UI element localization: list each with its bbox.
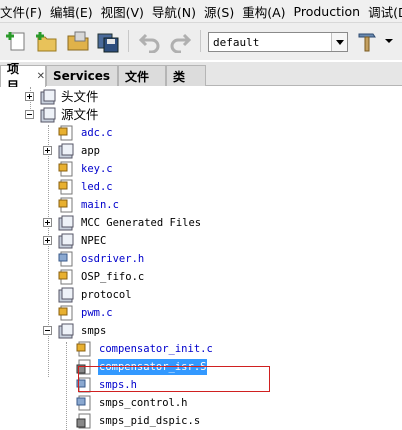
tab-label: 文件 [125,69,150,84]
tree-label: smps_control.h [99,397,188,409]
tree-label: app [81,145,100,157]
tree-node-adc-c[interactable]: adc.c [0,124,402,142]
tab-services[interactable]: Services [46,65,118,86]
tree-label: 源文件 [61,107,99,122]
toolbar-separator [128,30,129,52]
tree-label: led.c [81,181,113,193]
toolbar-separator [200,30,201,52]
tab-label: Services [53,69,111,83]
expand-icon[interactable] [25,92,34,101]
tree-label: MCC Generated Files [81,217,202,229]
collapse-icon[interactable] [25,110,34,119]
tree-node-source-files[interactable]: 源文件 [0,106,402,124]
tree-node-app[interactable]: app [0,142,402,160]
expand-icon[interactable] [43,218,52,227]
undo-icon [138,33,160,54]
tree-label: compensator_init.c [99,343,213,355]
open-project-button[interactable] [66,29,90,53]
tree-label: 头文件 [61,89,99,104]
new-project-icon [6,32,25,51]
tree-node-protocol[interactable]: protocol [0,286,402,304]
tree-node-npec[interactable]: NPEC [0,232,402,250]
redo-icon [170,33,192,54]
tree-label: key.c [81,163,113,175]
new-file-icon [36,32,57,52]
tab-classes[interactable]: 类 [166,65,206,86]
new-project-button[interactable] [6,29,30,53]
asm-file-icon [76,413,92,429]
build-hammer-icon [358,33,376,52]
tree-node-smps-pid-dspic-s[interactable]: smps_pid_dspic.s [0,412,402,430]
menu-refactor[interactable]: 重构(A) [242,2,289,21]
menu-view[interactable]: 视图(V) [101,2,148,21]
c-file-icon [58,269,74,285]
tree-label: OSP_fifo.c [81,271,145,283]
h-file-icon [76,395,92,411]
c-file-icon [58,125,74,141]
folder-icon [58,143,74,159]
toolbar: default [0,22,402,60]
chevron-down-icon[interactable] [331,33,347,51]
menu-debug[interactable]: 调试(D) [368,2,402,21]
collapse-icon[interactable] [43,326,52,335]
save-all-icon [97,33,119,53]
new-file-button[interactable] [34,29,58,53]
folder-icon [58,287,74,303]
tree-label: NPEC [81,235,107,247]
c-file-icon [58,161,74,177]
c-file-icon [58,305,74,321]
folder-icon [58,233,74,249]
tree-label: adc.c [81,127,113,139]
build-button[interactable] [356,29,380,53]
h-file-icon [58,251,74,267]
tree-label: smps_pid_dspic.s [99,415,201,427]
tree-label: protocol [81,289,132,301]
configuration-value: default [213,35,260,49]
redo-button[interactable] [168,29,192,54]
tree-node-osp-fifo-c[interactable]: OSP_fifo.c [0,268,402,286]
tree-node-key-c[interactable]: key.c [0,160,402,178]
annotation-highlight-box [78,366,270,392]
logical-folder-icon [40,89,56,105]
c-file-icon [76,341,92,357]
folder-icon [58,323,74,339]
menu-navigate[interactable]: 导航(N) [152,2,200,21]
expand-icon[interactable] [43,236,52,245]
tree-node-compensator-init-c[interactable]: compensator_init.c [0,340,402,358]
tree-node-mcc-generated-files[interactable]: MCC Generated Files [0,214,402,232]
tree-node-main-c[interactable]: main.c [0,196,402,214]
tree-node-led-c[interactable]: led.c [0,178,402,196]
menu-source[interactable]: 源(S) [204,2,238,21]
tree-node-osdriver-h[interactable]: osdriver.h [0,250,402,268]
chevron-down-icon [385,39,393,43]
menu-bar: 文件(F) 编辑(E) 视图(V) 导航(N) 源(S) 重构(A) Produ… [0,0,402,22]
save-all-button[interactable] [96,29,120,53]
tree-label: osdriver.h [81,253,145,265]
open-project-icon [67,31,89,51]
tree-label: main.c [81,199,119,211]
close-icon[interactable]: ✕ [37,71,45,82]
tree-node-pwm-c[interactable]: pwm.c [0,304,402,322]
tree-label: smps [81,325,107,337]
menu-file[interactable]: 文件(F) [0,2,46,21]
tab-label: 类 [173,69,186,84]
tree-node-header-files[interactable]: 头文件 [0,88,402,106]
tree-label: pwm.c [81,307,113,319]
logical-folder-icon [40,107,56,123]
tree-node-smps[interactable]: smps [0,322,402,340]
tab-files[interactable]: 文件 [118,65,166,86]
menu-edit[interactable]: 编辑(E) [50,2,97,21]
c-file-icon [58,179,74,195]
tree-node-smps-control-h[interactable]: smps_control.h [0,394,402,412]
folder-icon [58,215,74,231]
undo-button[interactable] [138,29,162,54]
tab-projects[interactable]: 项目 ✕ [0,62,46,93]
configuration-select[interactable]: default [208,32,348,52]
build-dropdown[interactable] [382,29,398,53]
c-file-icon [58,197,74,213]
expand-icon[interactable] [43,146,52,155]
panel-tab-bar: 项目 ✕ Services 文件 类 [0,62,402,93]
menu-production[interactable]: Production [294,4,365,19]
